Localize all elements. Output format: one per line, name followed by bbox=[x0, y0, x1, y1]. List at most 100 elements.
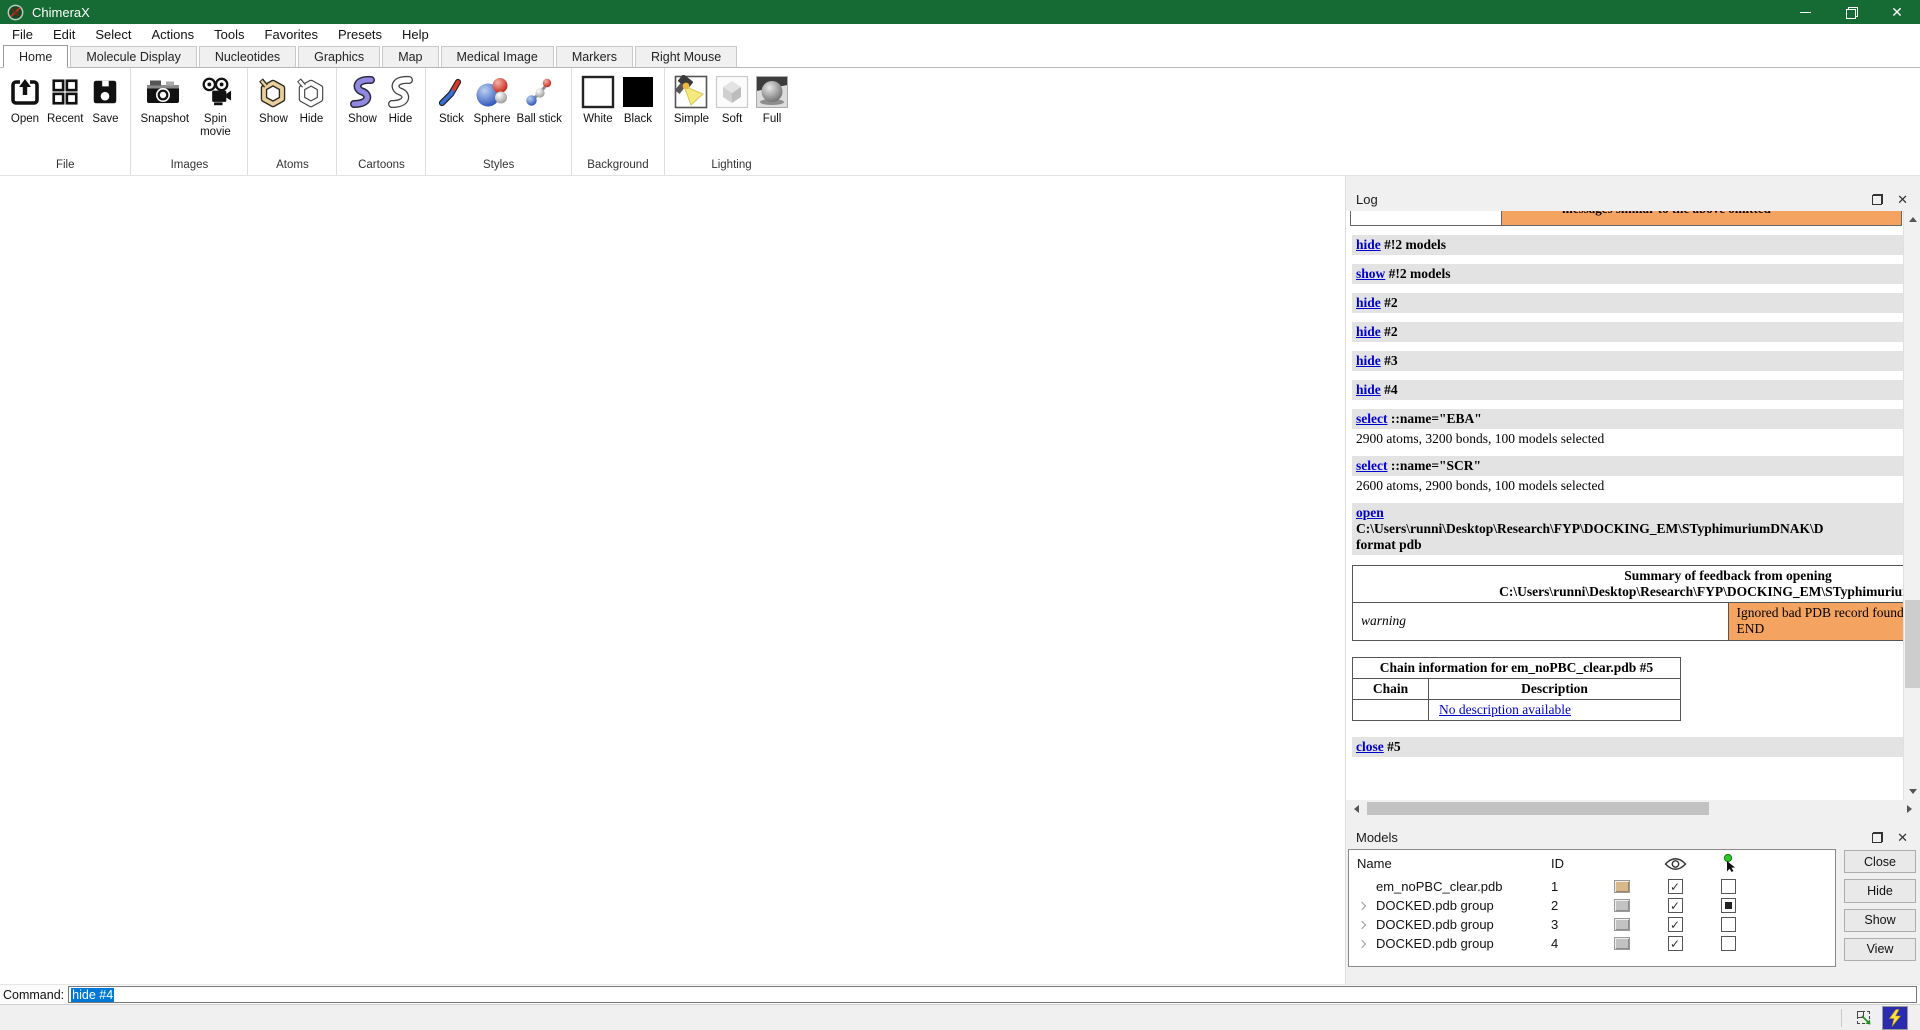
atoms-show-icon bbox=[257, 73, 289, 111]
save-button[interactable]: Save bbox=[86, 71, 124, 128]
menu-presets[interactable]: Presets bbox=[328, 25, 392, 44]
model-row[interactable]: DOCKED.pdb group 2 bbox=[1349, 896, 1835, 915]
log-command-link[interactable]: hide bbox=[1356, 324, 1381, 339]
model-selected-checkbox[interactable] bbox=[1721, 898, 1736, 913]
model-selected-checkbox[interactable] bbox=[1721, 879, 1736, 894]
model-row[interactable]: DOCKED.pdb group 3 bbox=[1349, 915, 1835, 934]
tab-markers[interactable]: Markers bbox=[556, 46, 633, 67]
menu-tools[interactable]: Tools bbox=[204, 25, 254, 44]
log-command-args: #3 bbox=[1381, 353, 1398, 368]
model-row[interactable]: DOCKED.pdb group 4 bbox=[1349, 934, 1835, 953]
log-command-link[interactable]: open bbox=[1356, 505, 1384, 520]
black-bg-button[interactable]: Black bbox=[618, 71, 658, 128]
menu-actions[interactable]: Actions bbox=[142, 25, 205, 44]
stick-button[interactable]: Stick bbox=[432, 71, 470, 128]
log-command-link[interactable]: close bbox=[1356, 739, 1384, 754]
close-icon: ✕ bbox=[1891, 5, 1903, 19]
tab-map[interactable]: Map bbox=[382, 46, 438, 67]
scroll-thumb[interactable] bbox=[1367, 802, 1709, 815]
model-shown-checkbox[interactable] bbox=[1668, 879, 1683, 894]
models-show-button[interactable]: Show bbox=[1844, 909, 1916, 932]
cartoons-show-button[interactable]: Show bbox=[343, 71, 381, 128]
speed-toggle-button[interactable] bbox=[1882, 1006, 1908, 1030]
menu-select[interactable]: Select bbox=[85, 25, 141, 44]
model-color-swatch[interactable] bbox=[1614, 899, 1630, 912]
log-float-icon[interactable] bbox=[1872, 194, 1883, 205]
tab-right-mouse[interactable]: Right Mouse bbox=[635, 46, 737, 67]
model-row[interactable]: em_noPBC_clear.pdb 1 bbox=[1349, 877, 1835, 896]
open-label: Open bbox=[11, 113, 39, 126]
log-close-icon[interactable]: ✕ bbox=[1897, 193, 1908, 206]
log-command-link[interactable]: hide bbox=[1356, 237, 1381, 252]
toolbar-section-file: Open Recent Save File bbox=[0, 68, 131, 175]
movie-camera-icon bbox=[198, 73, 232, 111]
simple-lighting-button[interactable]: Simple bbox=[671, 71, 712, 128]
models-hide-button[interactable]: Hide bbox=[1844, 879, 1916, 902]
models-view-button[interactable]: View bbox=[1844, 938, 1916, 961]
log-feedback-table: Summary of feedback from opening C:\User… bbox=[1352, 565, 1903, 641]
model-shown-checkbox[interactable] bbox=[1668, 936, 1683, 951]
graphics-viewport[interactable] bbox=[0, 176, 1345, 984]
tab-molecule-display[interactable]: Molecule Display bbox=[70, 46, 196, 67]
tab-home[interactable]: Home bbox=[3, 45, 68, 68]
model-selected-checkbox[interactable] bbox=[1721, 936, 1736, 951]
tab-nucleotides[interactable]: Nucleotides bbox=[199, 46, 296, 67]
cartoons-hide-button[interactable]: Hide bbox=[381, 71, 419, 128]
tab-graphics[interactable]: Graphics bbox=[298, 46, 380, 67]
log-command-link[interactable]: hide bbox=[1356, 295, 1381, 310]
scroll-up-arrow[interactable] bbox=[1904, 211, 1920, 228]
scroll-thumb[interactable] bbox=[1905, 600, 1920, 688]
models-close-button[interactable]: Close bbox=[1844, 850, 1916, 873]
scroll-right-arrow[interactable] bbox=[1901, 800, 1918, 817]
white-square-icon bbox=[581, 73, 615, 111]
no-description-link[interactable]: No description available bbox=[1439, 702, 1571, 717]
models-panel-titlebar: Models ✕ bbox=[1346, 825, 1920, 849]
toolbar-section-cartoons: Show Hide Cartoons bbox=[337, 68, 426, 175]
menu-help[interactable]: Help bbox=[392, 25, 439, 44]
stick-label: Stick bbox=[439, 113, 464, 126]
recent-button[interactable]: Recent bbox=[44, 71, 86, 128]
sphere-button[interactable]: Sphere bbox=[470, 71, 513, 128]
black-bg-label: Black bbox=[624, 113, 652, 126]
name-column-header: Name bbox=[1349, 856, 1549, 871]
toolbar-section-styles: Stick Sphere bbox=[426, 68, 571, 175]
log-command-link[interactable]: select bbox=[1356, 411, 1387, 426]
spin-movie-button[interactable]: Spin movie bbox=[189, 71, 241, 141]
tab-medical-image[interactable]: Medical Image bbox=[441, 46, 554, 67]
soft-lighting-button[interactable]: Soft bbox=[712, 71, 752, 128]
scroll-left-arrow[interactable] bbox=[1348, 800, 1365, 817]
scroll-down-arrow[interactable] bbox=[1904, 783, 1920, 800]
full-lighting-button[interactable]: Full bbox=[752, 71, 792, 128]
log-command-link[interactable]: hide bbox=[1356, 382, 1381, 397]
minimize-button[interactable] bbox=[1782, 0, 1828, 24]
model-shown-checkbox[interactable] bbox=[1668, 898, 1683, 913]
model-selected-checkbox[interactable] bbox=[1721, 917, 1736, 932]
log-horizontal-scrollbar[interactable] bbox=[1348, 800, 1918, 817]
select-pointer-icon bbox=[1721, 854, 1736, 873]
log-vertical-scrollbar[interactable] bbox=[1903, 211, 1920, 800]
atoms-hide-button[interactable]: Hide bbox=[292, 71, 330, 128]
command-input[interactable]: hide #4 bbox=[68, 986, 1917, 1003]
models-close-icon[interactable]: ✕ bbox=[1897, 831, 1908, 844]
menu-file[interactable]: File bbox=[2, 25, 43, 44]
model-color-swatch[interactable] bbox=[1614, 937, 1630, 950]
model-shown-checkbox[interactable] bbox=[1668, 917, 1683, 932]
snapshot-button[interactable]: Snapshot bbox=[137, 71, 189, 128]
atoms-show-button[interactable]: Show bbox=[254, 71, 292, 128]
close-button[interactable]: ✕ bbox=[1874, 0, 1920, 24]
model-color-swatch[interactable] bbox=[1614, 918, 1630, 931]
log-command-link[interactable]: select bbox=[1356, 458, 1387, 473]
log-command-link[interactable]: hide bbox=[1356, 353, 1381, 368]
menu-favorites[interactable]: Favorites bbox=[255, 25, 328, 44]
ball-stick-button[interactable]: Ball stick bbox=[514, 71, 565, 128]
log-command-link[interactable]: show bbox=[1356, 266, 1385, 281]
warning-line2: END bbox=[1737, 621, 1904, 637]
menu-edit[interactable]: Edit bbox=[43, 25, 85, 44]
restore-button[interactable] bbox=[1828, 0, 1874, 24]
recent-icon bbox=[50, 73, 80, 111]
models-float-icon[interactable] bbox=[1872, 832, 1883, 843]
white-bg-button[interactable]: White bbox=[578, 71, 618, 128]
open-button[interactable]: Open bbox=[6, 71, 44, 128]
model-color-swatch[interactable] bbox=[1614, 880, 1630, 893]
rect-select-button[interactable] bbox=[1850, 1007, 1876, 1029]
